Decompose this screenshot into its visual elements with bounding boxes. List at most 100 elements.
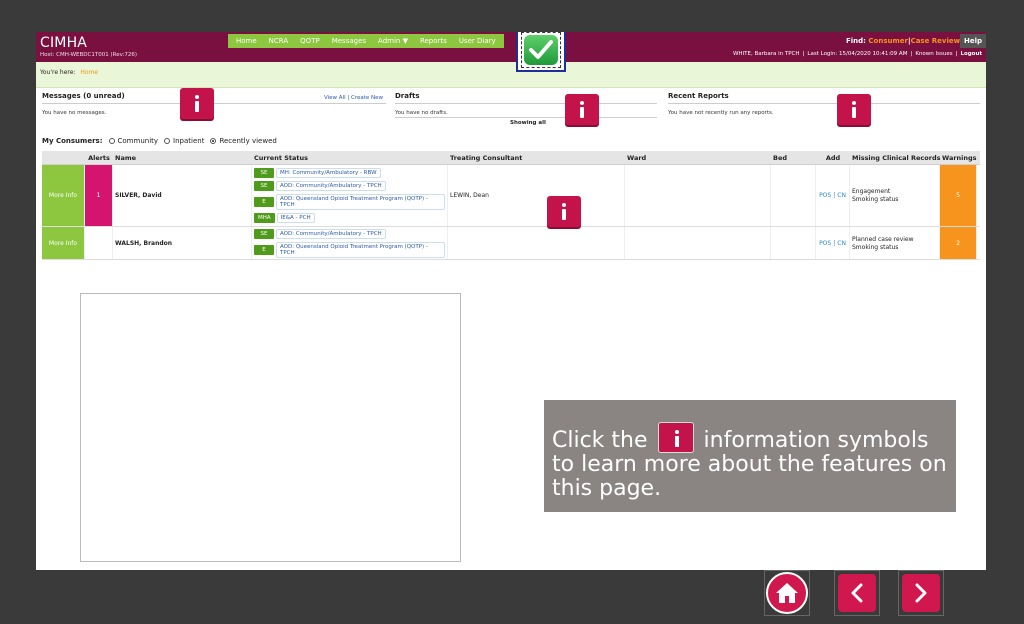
status-tag: SE (254, 228, 274, 239)
status-tag: E (254, 244, 274, 255)
status-tag: MHA (254, 213, 275, 223)
user-info-line: WHITE, Barbara in TPCH | Last Login: 15/04… (732, 51, 982, 57)
view-all-link[interactable]: View All (324, 95, 346, 101)
find-consumer-link[interactable]: Consumer (868, 37, 908, 45)
info-icon (849, 99, 859, 121)
warnings-count[interactable]: 5 (940, 165, 977, 226)
radio-inpatient[interactable]: Inpatient (164, 137, 204, 145)
drafts-showing-all: Showing all (510, 120, 546, 126)
add-cell: POS | CN (816, 165, 850, 226)
missing-records-cell: Engagement Smoking status (850, 165, 940, 226)
recent-reports-panel: Recent Reports You have not recently run… (668, 92, 980, 132)
instruction-callout: Click the information symbols to learn mo… (544, 400, 956, 512)
col-more (42, 151, 85, 164)
find-case-review-link[interactable]: Case Review (911, 37, 961, 45)
previous-button[interactable] (834, 570, 880, 616)
status-link[interactable]: AOD: Queensland Opioid Treatment Program… (276, 241, 445, 258)
home-button[interactable] (764, 570, 810, 616)
status-line: E AOD: Queensland Opioid Treatment Progra… (254, 194, 445, 210)
drafts-title: Drafts (395, 92, 420, 100)
col-missing-records: Missing Clinical Records (852, 154, 941, 162)
bed-cell (771, 227, 816, 259)
help-button[interactable]: Help (960, 34, 986, 48)
table-header: Alerts Name Current Status Treating Cons… (42, 151, 980, 165)
checkmark-focus-ring (521, 32, 561, 68)
nav-messages[interactable]: Messages (326, 37, 372, 45)
drafts-panel: Drafts You have no drafts. Showing all (395, 92, 657, 132)
status-link[interactable]: AOD: Queensland Opioid Treatment Program… (276, 194, 445, 210)
info-button-reports[interactable] (837, 94, 871, 125)
home-icon (766, 572, 808, 614)
nav-admin[interactable]: Admin ▼ (372, 37, 414, 45)
messages-divider (42, 103, 386, 104)
nav-reports[interactable]: Reports (414, 37, 453, 45)
main-nav: Home NCRA QOTP Messages Admin ▼ Reports … (228, 34, 504, 48)
logout-link[interactable]: Logout (960, 51, 982, 57)
info-button-messages[interactable] (180, 88, 214, 119)
consumer-name[interactable]: WALSH, Brandon (113, 227, 252, 259)
add-cell: POS | CN (816, 227, 850, 259)
info-button-table[interactable] (547, 196, 581, 227)
current-status-cell: SE AOD: Community/Ambulatory - TPCH E AOD:… (252, 227, 448, 259)
next-button[interactable] (898, 570, 944, 616)
add-pos-link[interactable]: POS (819, 192, 831, 199)
status-line: SE MH: Community/Ambulatory - RBW (254, 168, 381, 178)
status-link[interactable]: AOD: Community/Ambulatory - TPCH (276, 181, 386, 191)
drafts-empty: You have no drafts. (395, 110, 448, 116)
nav-qotp[interactable]: QOTP (294, 37, 326, 45)
messages-links: View All | Create New (324, 95, 383, 101)
info-icon (577, 99, 587, 121)
status-link[interactable]: MH: Community/Ambulatory - RBW (276, 168, 381, 178)
status-link[interactable]: AOD: Community/Ambulatory - TPCH (276, 228, 386, 239)
info-icon (657, 422, 694, 453)
radio-community[interactable]: Community (108, 137, 158, 145)
missing-records-cell: Planned case review Smoking status (850, 227, 940, 259)
col-current-status: Current Status (254, 154, 308, 162)
missing-record: Smoking status (852, 196, 899, 203)
add-cn-link[interactable]: CN (837, 192, 846, 199)
col-bed: Bed (773, 154, 788, 162)
nav-user-diary[interactable]: User Diary (453, 37, 502, 45)
screen-frame: CIMHA Host: CMH-WEBDC1T001 (Rev:726) Hom… (0, 0, 1024, 624)
drafts-divider (395, 103, 657, 104)
radio-recently-viewed[interactable]: Recently viewed (210, 137, 277, 145)
more-info-button[interactable]: More Info (42, 227, 85, 259)
add-separator: | (833, 192, 836, 199)
create-new-link[interactable]: Create New (351, 95, 383, 101)
find-bar: Find: Consumer|Case Review (846, 37, 960, 45)
add-pos-link[interactable]: POS (819, 240, 831, 247)
status-line: SE AOD: Community/Ambulatory - TPCH (254, 228, 386, 239)
radio-circle (108, 138, 115, 144)
col-warnings: Warnings (942, 154, 977, 162)
status-tag: E (254, 197, 274, 207)
chevron-left-icon (838, 574, 876, 612)
status-link[interactable]: IE&A - PCH (276, 213, 315, 223)
add-cn-link[interactable]: CN (837, 240, 846, 247)
completion-checkmark[interactable] (516, 32, 566, 72)
info-icon (192, 93, 202, 115)
ward-cell (625, 165, 771, 226)
add-separator: | (833, 239, 836, 247)
messages-empty: You have no messages. (42, 110, 107, 116)
breadcrumb-home-link[interactable]: Home (80, 69, 98, 76)
alert-count[interactable]: 1 (85, 165, 113, 226)
known-issues-link[interactable]: Known Issues (915, 51, 952, 57)
messages-link-separator: | (347, 95, 350, 101)
warnings-count[interactable]: 2 (940, 227, 977, 259)
reports-title: Recent Reports (668, 92, 729, 100)
app-brand: CIMHA (40, 35, 88, 51)
radio-circle-selected (210, 138, 217, 144)
missing-record: Engagement (852, 188, 891, 195)
nav-home[interactable]: Home (230, 37, 263, 45)
reports-divider (668, 103, 980, 104)
nav-ncra[interactable]: NCRA (263, 37, 295, 45)
status-line: E AOD: Queensland Opioid Treatment Progra… (254, 241, 445, 258)
info-button-drafts[interactable] (565, 94, 599, 125)
missing-record: Smoking status (852, 243, 899, 251)
more-info-button[interactable]: More Info (42, 165, 85, 226)
consumer-name[interactable]: SILVER, David (113, 165, 252, 226)
info-icon (559, 201, 569, 223)
col-add: Add (825, 154, 841, 162)
status-tag: SE (254, 168, 274, 178)
checkmark-icon (524, 35, 558, 65)
